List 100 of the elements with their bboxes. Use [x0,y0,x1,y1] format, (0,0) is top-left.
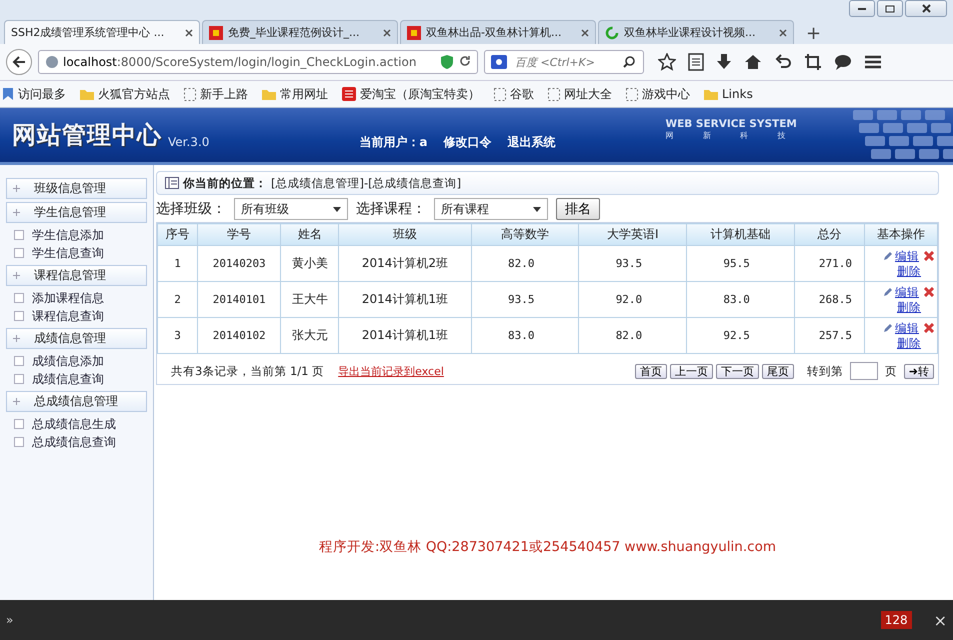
brand-text: WEB SERVICE SYSTEM [666,118,797,130]
sidebar-item[interactable]: 学生信息查询 [32,244,104,262]
browser-tab[interactable]: SSH2成绩管理系统管理中心 ... [4,20,200,44]
search-box[interactable]: 百度 <Ctrl+K> [484,50,644,74]
record-summary: 共有3条记录，当前第 1/1 页 [171,364,324,378]
column-header: 高等数学 [471,224,579,246]
sidebar-item[interactable]: 成绩信息添加 [32,352,104,370]
page-icon [548,88,560,100]
page-button[interactable]: 上一页 [670,364,713,378]
filter-dropdown[interactable]: 所有班级 [234,198,348,220]
table-cell: 92.0 [578,282,687,318]
star-icon[interactable] [658,53,676,71]
table-cell: 83.0 [686,282,794,318]
new-tab-button[interactable]: + [796,23,832,44]
browser-tab[interactable]: 双鱼林毕业课程设计视频... [598,20,794,44]
bookmark-link[interactable]: 游戏中心 [642,86,690,102]
plus-icon [13,398,20,405]
close-icon[interactable] [779,28,787,36]
bookmark-link[interactable]: Links [722,87,753,101]
bookmark-link[interactable]: 新手上路 [200,86,248,102]
close-icon[interactable] [581,28,589,36]
chat-icon[interactable] [834,53,852,71]
loading-icon [605,26,619,40]
menu-icon[interactable] [864,53,882,71]
close-icon [922,4,930,13]
page-icon [184,88,196,100]
table-cell: 1 [158,246,198,282]
bookmark-link[interactable]: 火狐官方站点 [98,86,170,102]
sidebar-item[interactable]: 成绩信息查询 [32,370,104,388]
edit-link[interactable]: 编辑 [895,320,919,336]
header-link[interactable]: 修改口令 [444,134,492,150]
close-button[interactable] [905,0,947,17]
delete-link[interactable]: 删除 [897,264,921,278]
bookmark-link[interactable]: 网址大全 [564,86,612,102]
export-link[interactable]: 导出当前记录到excel [338,364,444,378]
delete-icon[interactable] [924,250,934,260]
close-icon[interactable] [185,28,193,36]
delete-icon[interactable] [924,286,934,296]
version-label: Ver.3.0 [168,135,210,149]
filter-label: 选择课程： [356,200,426,218]
table-cell: 2014计算机1班 [338,318,472,354]
download-icon[interactable] [716,53,732,71]
edit-link[interactable]: 编辑 [895,284,919,300]
bookmark-link[interactable]: 常用网址 [280,86,328,102]
reading-list-icon[interactable] [688,53,704,71]
rank-button[interactable]: 排名 [556,198,600,220]
sidebar-item[interactable]: 总成绩信息查询 [32,434,116,450]
undo-icon[interactable] [774,53,792,71]
browser-tab[interactable]: 双鱼林出品-双鱼林计算机... [400,20,596,44]
site-icon [209,26,223,40]
folder-icon [262,88,276,100]
sidebar-item[interactable]: 学生信息添加 [32,226,104,244]
sidebar-item[interactable]: 课程信息查询 [32,308,104,324]
brand-subtext: 新 [702,130,711,140]
bookmark-icon [2,87,14,101]
page-icon [494,88,506,100]
maximize-button[interactable] [877,0,903,17]
brand-subtext: 科 [740,130,748,140]
pencil-icon [883,287,893,297]
close-button[interactable]: × [934,610,947,630]
search-icon[interactable] [623,56,635,68]
page-button[interactable]: 首页 [634,364,667,378]
plus-icon [13,185,20,192]
minimize-button[interactable] [849,0,875,17]
filter-dropdown[interactable]: 所有课程 [434,198,548,220]
bookmark-link[interactable]: 谷歌 [510,86,534,102]
page-number-field[interactable] [850,362,878,380]
crop-icon[interactable] [804,53,822,71]
delete-link[interactable]: 删除 [897,336,921,350]
close-icon[interactable] [383,28,391,36]
delete-link[interactable]: 删除 [897,300,921,314]
page-button[interactable]: 尾页 [762,364,794,378]
current-user: 当前用户：a [359,134,428,150]
go-button[interactable]: ➜转 [904,364,934,378]
table-cell: 2014计算机2班 [338,246,472,282]
table-cell: 257.5 [794,318,864,354]
site-title: 网站管理中心 [12,120,162,151]
sidebar-item[interactable]: 添加课程信息 [32,290,104,306]
filter-label: 选择班级： [156,200,226,218]
expand-button[interactable]: » [6,613,14,627]
reload-icon[interactable] [459,55,471,67]
page-button[interactable]: 下一页 [716,364,759,378]
plus-icon [13,335,20,342]
bookmark-link[interactable]: 爱淘宝（原淘宝特卖） [360,86,480,102]
dropdown-arrow-icon [533,206,541,212]
header-link[interactable]: 退出系统 [508,134,556,150]
back-button[interactable] [6,49,32,75]
address-field[interactable]: localhost:8000/ScoreSystem/login/login_CheckLogin.action [38,50,478,74]
delete-icon[interactable] [924,322,934,332]
sidebar-item[interactable]: 总成绩信息生成 [32,416,116,432]
shield-icon [441,55,453,69]
dropdown-arrow-icon [333,206,341,212]
browser-tab[interactable]: 免费_毕业课程范例设计_... [202,20,398,44]
home-icon[interactable] [744,53,762,71]
breadcrumb-label: 你当前的位置： [183,176,267,190]
edit-link[interactable]: 编辑 [895,248,919,264]
table-cell: 92.5 [686,318,794,354]
table-cell: 268.5 [794,282,864,318]
search-field[interactable]: 百度 <Ctrl+K> [513,54,617,70]
bookmark-link[interactable]: 访问最多 [18,86,66,102]
